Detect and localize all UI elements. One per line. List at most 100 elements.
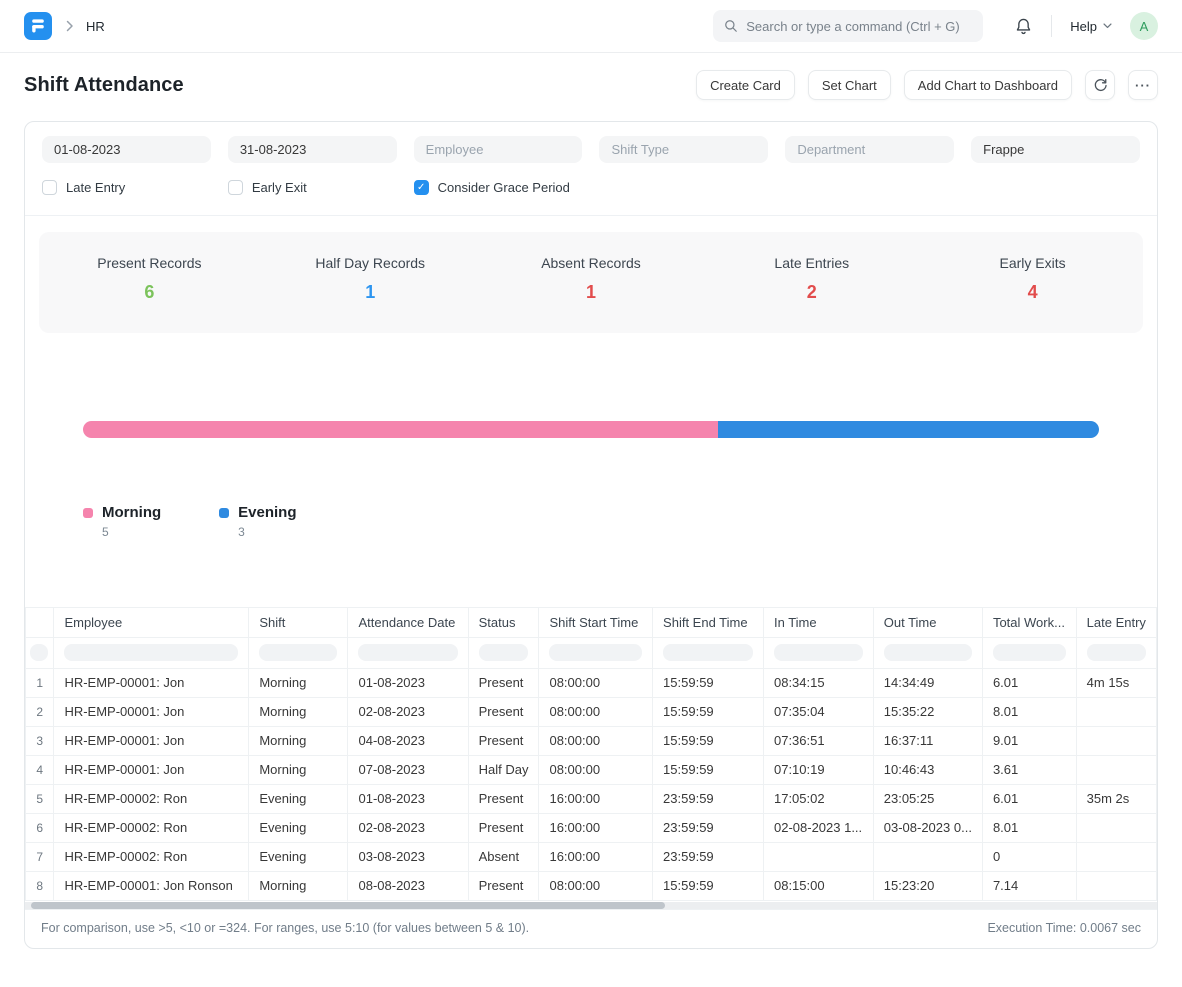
create-card-button[interactable]: Create Card: [696, 70, 795, 100]
cell-attendance-date[interactable]: 02-08-2023: [348, 813, 468, 842]
cell-out-time[interactable]: 10:46:43: [873, 755, 982, 784]
cell-attendance-date[interactable]: 07-08-2023: [348, 755, 468, 784]
cell-attendance-date[interactable]: 08-08-2023: [348, 871, 468, 900]
cell-shift[interactable]: Evening: [249, 842, 348, 871]
cell-shift-start-time[interactable]: 16:00:00: [539, 784, 653, 813]
cell-status[interactable]: Absent: [468, 842, 539, 871]
cell-total-work[interactable]: 0: [982, 842, 1076, 871]
column-filter-input[interactable]: [1087, 644, 1146, 661]
cell-shift[interactable]: Evening: [249, 784, 348, 813]
cell-total-work[interactable]: 6.01: [982, 784, 1076, 813]
cell-out-time[interactable]: 03-08-2023 0...: [873, 813, 982, 842]
user-avatar[interactable]: A: [1130, 12, 1158, 40]
cell-shift[interactable]: Morning: [249, 668, 348, 697]
cell-total-work[interactable]: 8.01: [982, 813, 1076, 842]
cell-employee[interactable]: HR-EMP-00001: Jon: [54, 755, 249, 784]
cell-attendance-date[interactable]: 01-08-2023: [348, 668, 468, 697]
cell-late-entry[interactable]: 4m 15s: [1076, 668, 1156, 697]
cell-in-time[interactable]: 08:34:15: [763, 668, 873, 697]
frappe-logo[interactable]: [24, 12, 52, 40]
cell-out-time[interactable]: 23:05:25: [873, 784, 982, 813]
cell-shift-start-time[interactable]: 08:00:00: [539, 726, 653, 755]
cell-late-entry[interactable]: [1076, 697, 1156, 726]
cell-shift-end-time[interactable]: 15:59:59: [653, 726, 764, 755]
cell-status[interactable]: Present: [468, 813, 539, 842]
cell-status[interactable]: Present: [468, 784, 539, 813]
column-header[interactable]: Status: [468, 608, 539, 637]
cell-in-time[interactable]: 17:05:02: [763, 784, 873, 813]
cell-total-work[interactable]: 7.14: [982, 871, 1076, 900]
cell-shift[interactable]: Morning: [249, 697, 348, 726]
cell-out-time[interactable]: 16:37:11: [873, 726, 982, 755]
cell-shift-start-time[interactable]: 08:00:00: [539, 871, 653, 900]
column-filter-input[interactable]: [358, 644, 457, 661]
cell-status[interactable]: Present: [468, 668, 539, 697]
consider-grace-period-checkbox[interactable]: ✓ Consider Grace Period: [414, 180, 583, 195]
cell-shift-end-time[interactable]: 15:59:59: [653, 697, 764, 726]
column-header[interactable]: Shift: [249, 608, 348, 637]
row-number-header[interactable]: [26, 608, 54, 637]
cell-in-time[interactable]: 07:35:04: [763, 697, 873, 726]
cell-shift[interactable]: Morning: [249, 871, 348, 900]
cell-in-time[interactable]: 07:10:19: [763, 755, 873, 784]
cell-shift-end-time[interactable]: 15:59:59: [653, 871, 764, 900]
cell-shift[interactable]: Morning: [249, 755, 348, 784]
cell-status[interactable]: Present: [468, 697, 539, 726]
cell-shift-end-time[interactable]: 15:59:59: [653, 755, 764, 784]
cell-shift-start-time[interactable]: 08:00:00: [539, 755, 653, 784]
cell-out-time[interactable]: 14:34:49: [873, 668, 982, 697]
cell-attendance-date[interactable]: 01-08-2023: [348, 784, 468, 813]
global-search[interactable]: [713, 10, 983, 42]
column-header[interactable]: Attendance Date: [348, 608, 468, 637]
to-date-filter[interactable]: [228, 136, 397, 163]
cell-out-time[interactable]: 15:23:20: [873, 871, 982, 900]
cell-in-time[interactable]: 02-08-2023 1...: [763, 813, 873, 842]
help-menu[interactable]: Help: [1070, 19, 1112, 34]
cell-shift-start-time[interactable]: 08:00:00: [539, 697, 653, 726]
column-header[interactable]: Employee: [54, 608, 249, 637]
horizontal-scrollbar-thumb[interactable]: [31, 902, 665, 909]
menu-button[interactable]: ···: [1128, 70, 1158, 100]
cell-shift[interactable]: Evening: [249, 813, 348, 842]
cell-in-time[interactable]: [763, 842, 873, 871]
column-header[interactable]: Late Entry: [1076, 608, 1156, 637]
cell-status[interactable]: Present: [468, 726, 539, 755]
cell-late-entry[interactable]: [1076, 813, 1156, 842]
cell-employee[interactable]: HR-EMP-00001: Jon Ronson: [54, 871, 249, 900]
column-filter-input[interactable]: [663, 644, 753, 661]
column-header[interactable]: Total Work...: [982, 608, 1076, 637]
department-filter[interactable]: [785, 136, 954, 163]
cell-employee[interactable]: HR-EMP-00001: Jon: [54, 726, 249, 755]
cell-total-work[interactable]: 6.01: [982, 668, 1076, 697]
column-filter-input[interactable]: [64, 644, 238, 661]
cell-attendance-date[interactable]: 02-08-2023: [348, 697, 468, 726]
shift-type-filter[interactable]: [599, 136, 768, 163]
cell-status[interactable]: Half Day: [468, 755, 539, 784]
cell-employee[interactable]: HR-EMP-00001: Jon: [54, 668, 249, 697]
set-chart-button[interactable]: Set Chart: [808, 70, 891, 100]
column-filter-input[interactable]: [30, 644, 48, 661]
cell-out-time[interactable]: [873, 842, 982, 871]
cell-late-entry[interactable]: [1076, 755, 1156, 784]
column-header[interactable]: In Time: [763, 608, 873, 637]
cell-late-entry[interactable]: [1076, 842, 1156, 871]
cell-attendance-date[interactable]: 03-08-2023: [348, 842, 468, 871]
cell-shift[interactable]: Morning: [249, 726, 348, 755]
cell-employee[interactable]: HR-EMP-00001: Jon: [54, 697, 249, 726]
late-entry-checkbox[interactable]: Late Entry: [42, 180, 211, 195]
column-filter-input[interactable]: [259, 644, 337, 661]
cell-out-time[interactable]: 15:35:22: [873, 697, 982, 726]
cell-attendance-date[interactable]: 04-08-2023: [348, 726, 468, 755]
company-filter[interactable]: [971, 136, 1140, 163]
add-chart-to-dashboard-button[interactable]: Add Chart to Dashboard: [904, 70, 1072, 100]
breadcrumb[interactable]: HR: [86, 19, 105, 34]
cell-total-work[interactable]: 8.01: [982, 697, 1076, 726]
column-filter-input[interactable]: [549, 644, 642, 661]
cell-total-work[interactable]: 9.01: [982, 726, 1076, 755]
from-date-filter[interactable]: [42, 136, 211, 163]
cell-employee[interactable]: HR-EMP-00002: Ron: [54, 842, 249, 871]
column-header[interactable]: Shift End Time: [653, 608, 764, 637]
cell-shift-end-time[interactable]: 23:59:59: [653, 842, 764, 871]
cell-shift-end-time[interactable]: 23:59:59: [653, 813, 764, 842]
column-filter-input[interactable]: [884, 644, 972, 661]
